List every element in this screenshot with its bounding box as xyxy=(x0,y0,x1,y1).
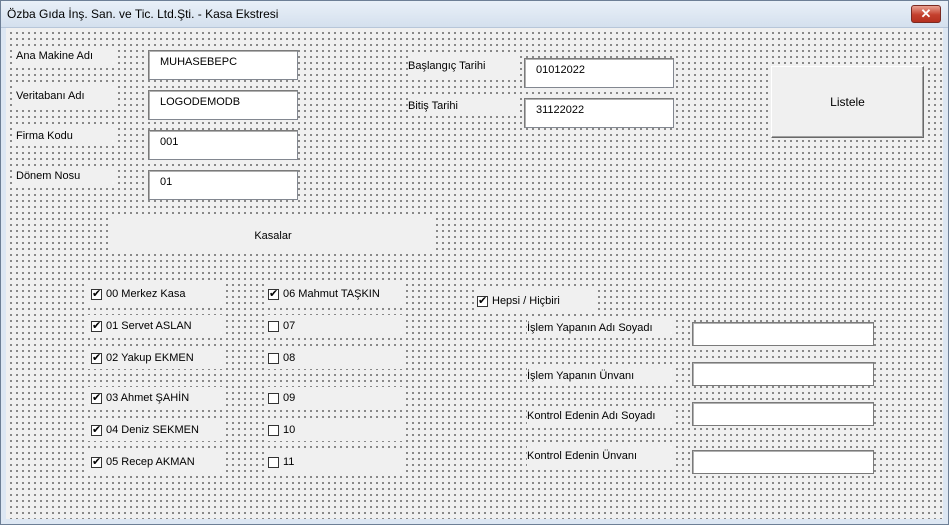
firma-kodu-input[interactable]: 001 xyxy=(148,130,298,160)
checkbox-icon xyxy=(268,456,279,468)
kasa-checkbox-04[interactable]: 04 Deniz SEKMEN xyxy=(88,419,226,441)
kasa-label: 05 Recep AKMAN xyxy=(106,456,195,468)
hepsi-hicbiri-label: Hepsi / Hiçbiri xyxy=(492,295,560,307)
checkbox-icon xyxy=(91,351,102,365)
kasa-label: 07 xyxy=(283,320,296,332)
veritabani-label: Veritabanı Adı xyxy=(16,86,116,106)
checkbox-icon xyxy=(268,287,279,301)
kontrol-eden-adi-input[interactable] xyxy=(692,402,874,426)
kasa-checkbox-09[interactable]: 09 xyxy=(265,387,405,409)
islem-yapan-unvan-input[interactable] xyxy=(692,362,874,386)
listele-button[interactable]: Listele xyxy=(771,66,924,138)
close-button[interactable]: ✕ xyxy=(911,5,941,23)
checkbox-icon xyxy=(268,424,279,436)
baslangic-tarihi-input[interactable]: 01012022 xyxy=(524,58,674,88)
ana-makine-label: Ana Makine Adı xyxy=(16,46,116,66)
firma-kodu-label: Firma Kodu xyxy=(16,126,116,146)
kasa-checkbox-05[interactable]: 05 Recep AKMAN xyxy=(88,451,226,473)
checkbox-icon xyxy=(91,391,102,405)
veritabani-input[interactable]: LOGODEMODB xyxy=(148,90,298,120)
bitis-tarihi-input[interactable]: 31122022 xyxy=(524,98,674,128)
baslangic-tarihi-label: Başlangıç Tarihi xyxy=(408,56,520,76)
donem-nosu-input[interactable]: 01 xyxy=(148,170,298,200)
kasa-checkbox-07[interactable]: 07 xyxy=(265,315,405,337)
islem-yapan-adi-label: İşlem Yapanın Adı Soyadı xyxy=(527,318,675,338)
checkbox-icon xyxy=(268,352,279,364)
kasa-label: 03 Ahmet ŞAHİN xyxy=(106,392,190,404)
kasa-checkbox-08[interactable]: 08 xyxy=(265,347,405,369)
kasa-checkbox-01[interactable]: 01 Servet ASLAN xyxy=(88,315,226,337)
donem-nosu-label: Dönem Nosu xyxy=(16,166,116,186)
kasalar-button[interactable]: Kasalar xyxy=(111,218,435,254)
kontrol-eden-unvan-label: Kontrol Edenin Ünvanı xyxy=(527,446,675,466)
kasa-label: 00 Merkez Kasa xyxy=(106,288,186,300)
islem-yapan-adi-input[interactable] xyxy=(692,322,874,346)
hepsi-hicbiri-checkbox[interactable]: Hepsi / Hiçbiri xyxy=(474,290,594,312)
checkbox-icon xyxy=(268,392,279,404)
checkbox-icon xyxy=(91,287,102,301)
kasa-label: 10 xyxy=(283,424,296,436)
islem-yapan-unvan-label: İşlem Yapanın Ünvanı xyxy=(527,366,675,386)
form-body: Ana Makine Adı MUHASEBEPC Veritabanı Adı… xyxy=(6,28,943,519)
kasa-label: 06 Mahmut TAŞKIN xyxy=(283,288,380,300)
kasa-checkbox-03[interactable]: 03 Ahmet ŞAHİN xyxy=(88,387,226,409)
kasa-label: 08 xyxy=(283,352,296,364)
ana-makine-input[interactable]: MUHASEBEPC xyxy=(148,50,298,80)
title-bar: Özba Gıda İnş. San. ve Tic. Ltd.Şti. - K… xyxy=(1,1,948,28)
checkbox-icon xyxy=(91,455,102,469)
kasa-checkbox-06[interactable]: 06 Mahmut TAŞKIN xyxy=(265,283,405,305)
kasa-label: 04 Deniz SEKMEN xyxy=(106,424,199,436)
bitis-tarihi-label: Bitiş Tarihi xyxy=(408,96,520,116)
kasa-label: 11 xyxy=(283,456,295,468)
kasa-label: 09 xyxy=(283,392,296,404)
kontrol-eden-unvan-input[interactable] xyxy=(692,450,874,474)
window-title: Özba Gıda İnş. San. ve Tic. Ltd.Şti. - K… xyxy=(7,7,279,21)
checkbox-icon xyxy=(91,319,102,333)
kasa-checkbox-02[interactable]: 02 Yakup EKMEN xyxy=(88,347,226,369)
kasa-label: 01 Servet ASLAN xyxy=(106,320,192,332)
kontrol-eden-adi-label: Kontrol Edenin Adı Soyadı xyxy=(527,406,675,426)
app-window: Özba Gıda İnş. San. ve Tic. Ltd.Şti. - K… xyxy=(0,0,949,525)
kasa-checkbox-10[interactable]: 10 xyxy=(265,419,405,441)
checkbox-icon xyxy=(477,294,488,308)
kasa-checkbox-11[interactable]: 11 xyxy=(265,451,405,473)
kasa-checkbox-00[interactable]: 00 Merkez Kasa xyxy=(88,283,226,305)
checkbox-icon xyxy=(268,320,279,332)
checkbox-icon xyxy=(91,423,102,437)
kasa-label: 02 Yakup EKMEN xyxy=(106,352,194,364)
